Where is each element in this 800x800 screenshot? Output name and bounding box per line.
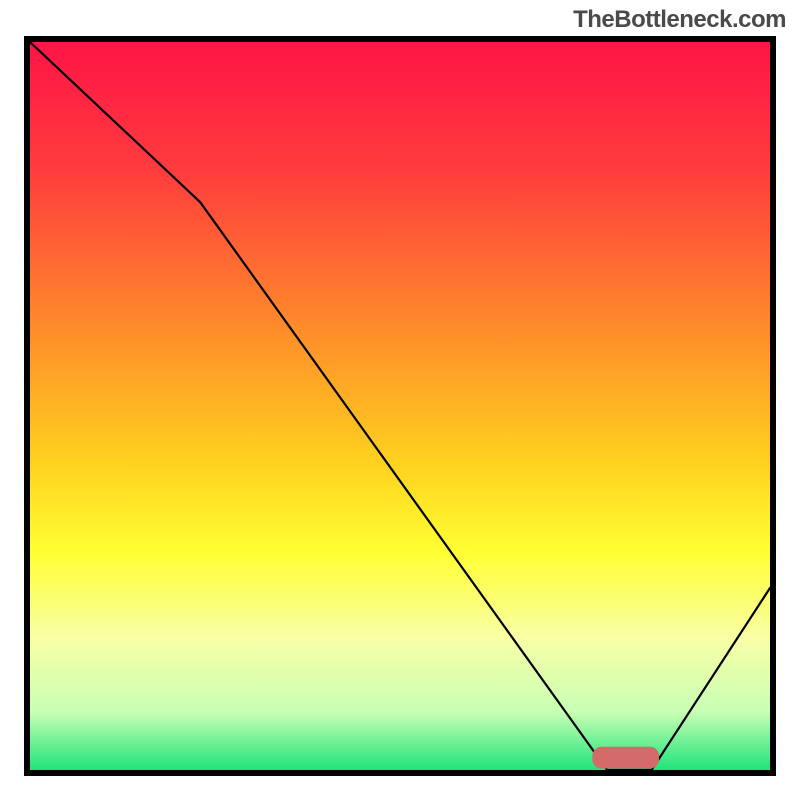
attribution-text: TheBottleneck.com	[573, 6, 786, 34]
optimal-range-marker	[592, 747, 659, 769]
chart-frame: TheBottleneck.com	[0, 0, 800, 800]
plot-svg	[30, 42, 770, 770]
gradient-background	[30, 42, 770, 770]
plot-area	[24, 36, 776, 776]
